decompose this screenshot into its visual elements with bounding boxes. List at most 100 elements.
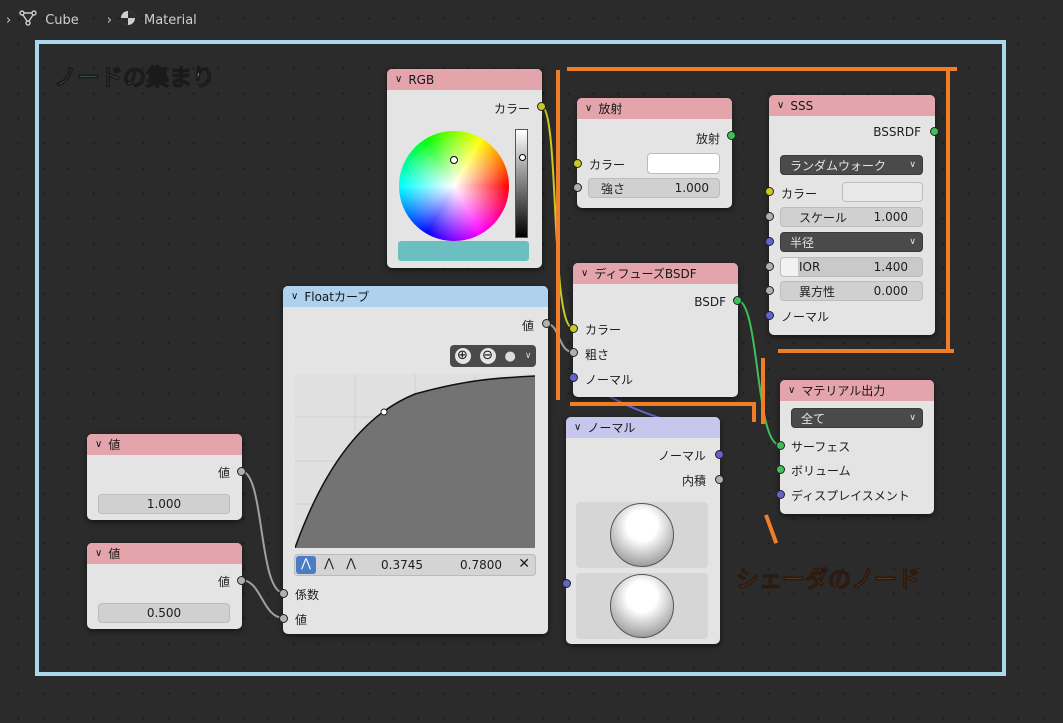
sss-ior-field[interactable]: IOR 1.400 <box>780 257 923 277</box>
rgb-node[interactable]: ∨ RGB カラー <box>387 69 542 268</box>
normal-sphere-input[interactable] <box>576 573 708 639</box>
displacement-socket[interactable] <box>776 490 785 499</box>
rgb-color-output-socket[interactable] <box>537 102 546 111</box>
emission-color-socket[interactable] <box>573 159 582 168</box>
float-curve-factor-label: 係数 <box>295 588 320 602</box>
emission-node-title: 放射 <box>598 102 623 116</box>
chevron-down-icon: ∨ <box>909 413 916 423</box>
chevron-down-icon[interactable]: ∨ <box>525 351 532 361</box>
zoom-in-icon[interactable]: ⊕ <box>454 348 471 364</box>
diffuse-roughness-socket[interactable] <box>569 348 578 357</box>
handle-vector-icon[interactable]: ⋀ <box>319 556 339 570</box>
sss-anisotropy-field[interactable]: 異方性 0.000 <box>780 281 923 301</box>
chevron-down-icon[interactable]: ∨ <box>95 439 102 450</box>
float-curve-node-header[interactable]: ∨ Floatカーブ <box>283 286 548 307</box>
sss-color-swatch[interactable] <box>842 182 923 202</box>
chevron-down-icon[interactable]: ∨ <box>585 103 592 114</box>
emission-strength-socket[interactable] <box>573 183 582 192</box>
chevron-down-icon[interactable]: ∨ <box>95 548 102 559</box>
sss-normal-socket[interactable] <box>765 311 774 320</box>
float-curve-value-socket[interactable] <box>279 614 288 623</box>
volume-socket[interactable] <box>776 465 785 474</box>
curve-point[interactable] <box>380 408 388 416</box>
color-wheel-cursor[interactable] <box>450 156 458 164</box>
chevron-down-icon[interactable]: ∨ <box>395 74 402 85</box>
emission-strength-field[interactable]: 強さ 1.000 <box>588 178 720 198</box>
handle-auto-icon[interactable]: ⋀ <box>296 556 316 574</box>
sss-node-header[interactable]: ∨ SSS <box>769 95 935 116</box>
target-dropdown[interactable]: 全て ∨ <box>791 408 923 428</box>
normal-node-header[interactable]: ∨ ノーマル <box>566 417 720 438</box>
diffuse-normal-socket[interactable] <box>569 373 578 382</box>
sss-scale-socket[interactable] <box>765 212 774 221</box>
rgb-node-header[interactable]: ∨ RGB <box>387 69 542 90</box>
float-curve-node-title: Floatカーブ <box>304 290 370 304</box>
diffuse-normal-label: ノーマル <box>585 373 634 387</box>
curve-graph[interactable] <box>295 374 535 548</box>
dot-output-label: 内積 <box>681 474 706 488</box>
delete-point-icon[interactable]: ✕ <box>518 556 530 572</box>
surface-socket[interactable] <box>776 441 785 450</box>
normal-node[interactable]: ∨ ノーマル ノーマル 内積 <box>566 417 720 644</box>
volume-label: ボリューム <box>791 464 851 478</box>
float-curve-output-socket[interactable] <box>542 319 551 328</box>
value-node-1-field[interactable]: 1.000 <box>98 494 230 514</box>
sss-color-socket[interactable] <box>765 187 774 196</box>
curve-y-value[interactable]: 0.7800 <box>460 558 502 572</box>
value-node-2-output-label: 値 <box>217 575 230 589</box>
material-output-header[interactable]: ∨ マテリアル出力 <box>780 380 934 401</box>
sss-output-label: BSSRDF <box>873 125 921 139</box>
diffuse-bsdf-node[interactable]: ∨ ディフューズBSDF BSDF カラー 粗さ ノーマル <box>573 263 738 397</box>
value-node-1-output-socket[interactable] <box>237 467 246 476</box>
sss-ior-socket[interactable] <box>765 262 774 271</box>
emission-node[interactable]: ∨ 放射 放射 カラー 強さ 1.000 <box>577 98 732 208</box>
emission-output-socket[interactable] <box>727 131 736 140</box>
clipping-icon[interactable]: ● <box>505 349 516 364</box>
scale-label: スケール <box>799 210 848 225</box>
chevron-down-icon[interactable]: ∨ <box>777 100 784 111</box>
value-slider[interactable] <box>515 129 528 238</box>
dot-output-socket[interactable] <box>715 475 724 484</box>
normal-input-socket[interactable] <box>562 579 571 588</box>
handle-auto-clamped-icon[interactable]: ⋀ <box>341 556 361 570</box>
chevron-down-icon[interactable]: ∨ <box>291 291 298 302</box>
sss-radius-dropdown[interactable]: 半径 ∨ <box>780 232 923 252</box>
diffuse-color-socket[interactable] <box>569 324 578 333</box>
radius-label: 半径 <box>790 235 815 250</box>
diffuse-output-socket[interactable] <box>733 296 742 305</box>
emission-color-swatch[interactable] <box>647 153 720 174</box>
normal-output-socket[interactable] <box>715 450 724 459</box>
highlight-line <box>570 402 756 406</box>
value-node-2[interactable]: ∨ 値 値 0.500 <box>87 543 242 629</box>
value-slider-handle[interactable] <box>519 154 526 161</box>
material-output-title: マテリアル出力 <box>801 384 886 398</box>
sss-method-value: ランダムウォーク <box>790 158 887 173</box>
value-node-2-field[interactable]: 0.500 <box>98 603 230 623</box>
float-curve-node[interactable]: ∨ Floatカーブ 値 ⊕ ⊖ ● ∨ ⋀ ⋀ ⋀ 0.3745 0.7800 … <box>283 286 548 634</box>
sss-node[interactable]: ∨ SSS BSSRDF ランダムウォーク ∨ カラー スケール 1.000 半径… <box>769 95 935 335</box>
displacement-label: ディスプレイスメント <box>791 489 910 503</box>
value-node-2-header[interactable]: ∨ 値 <box>87 543 242 564</box>
sss-method-dropdown[interactable]: ランダムウォーク ∨ <box>780 155 923 175</box>
sss-normal-label: ノーマル <box>781 310 830 324</box>
chevron-down-icon[interactable]: ∨ <box>574 422 581 433</box>
sss-output-socket[interactable] <box>930 127 939 136</box>
value-node-2-output-socket[interactable] <box>237 576 246 585</box>
ior-value: 1.400 <box>873 260 908 274</box>
chevron-down-icon[interactable]: ∨ <box>788 385 795 396</box>
material-output-node[interactable]: ∨ マテリアル出力 全て ∨ サーフェス ボリューム ディスプレイスメント <box>780 380 934 514</box>
value-node-1[interactable]: ∨ 値 値 1.000 <box>87 434 242 520</box>
color-wheel[interactable] <box>399 131 509 241</box>
sss-anisotropy-socket[interactable] <box>765 286 774 295</box>
sss-scale-field[interactable]: スケール 1.000 <box>780 207 923 227</box>
anisotropy-label: 異方性 <box>799 284 836 299</box>
diffuse-node-header[interactable]: ∨ ディフューズBSDF <box>573 263 738 284</box>
color-swatch[interactable] <box>398 241 529 261</box>
zoom-out-icon[interactable]: ⊖ <box>479 348 496 364</box>
emission-node-header[interactable]: ∨ 放射 <box>577 98 732 119</box>
value-node-1-header[interactable]: ∨ 値 <box>87 434 242 455</box>
curve-x-value[interactable]: 0.3745 <box>381 558 423 572</box>
sss-radius-socket[interactable] <box>765 237 774 246</box>
chevron-down-icon[interactable]: ∨ <box>581 268 588 279</box>
float-curve-factor-socket[interactable] <box>279 589 288 598</box>
